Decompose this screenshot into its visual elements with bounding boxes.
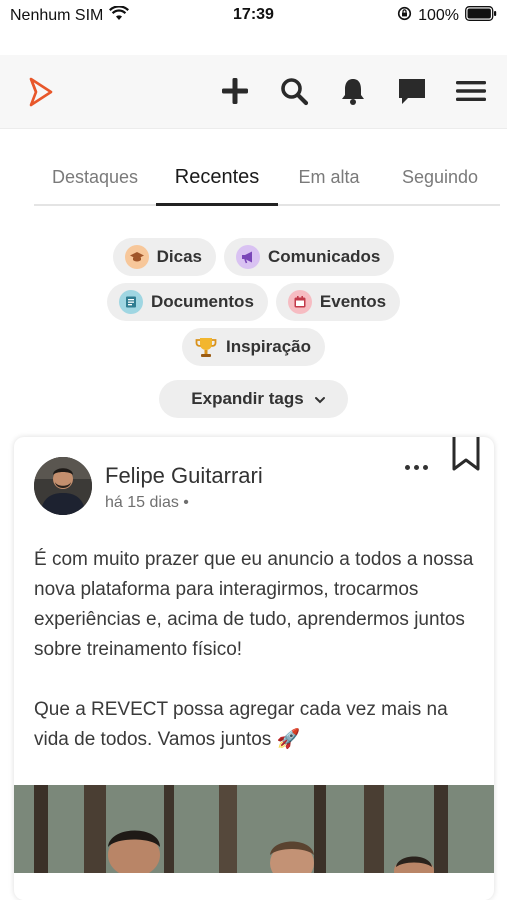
expand-tags-label: Expandir tags [191,389,304,408]
tag-row: Documentos Eventos [0,283,507,321]
tag-label: Eventos [319,292,387,311]
post-paragraph: É com muito prazer que eu anuncio a todo… [34,549,474,660]
orientation-lock-icon [397,6,412,26]
battery-label: 100% [418,7,459,24]
post-author[interactable]: Felipe Guitarrari [105,463,263,489]
tab-em-alta[interactable]: Em alta [278,150,380,204]
tag-dicas[interactable]: Dicas [112,238,216,276]
status-right: 100% [397,6,497,26]
status-bar: Nenhum SIM 17:39 100% [0,0,507,32]
tag-label: Dicas [156,247,202,266]
tag-filter: Dicas Comunicados Documentos Eventos Ins… [0,238,507,373]
tag-label: Documentos [150,292,254,311]
tab-seguindo[interactable]: Seguindo [380,150,500,204]
bell-icon[interactable] [337,75,369,107]
graduation-cap-icon [124,245,149,269]
tag-eventos[interactable]: Eventos [275,283,401,321]
document-icon [118,290,143,314]
search-icon[interactable] [278,75,310,107]
revect-logo-icon[interactable] [28,77,54,112]
post-paragraph [34,665,479,695]
header-actions [219,75,487,107]
battery-icon [465,6,497,26]
post-meta: há 15 dias • [105,494,189,512]
chevron-down-icon [314,389,326,409]
post-body: É com muito prazer que eu anuncio a todo… [34,545,479,755]
meta-separator: • [183,494,189,511]
expand-tags-button[interactable]: Expandir tags [159,380,348,418]
tag-label: Comunicados [267,247,381,266]
tag-row: Dicas Comunicados [0,238,507,276]
tag-row: Inspiração [0,328,507,366]
more-options-icon[interactable] [398,455,434,479]
expand-tags-wrap: Expandir tags [0,380,507,418]
tag-documentos[interactable]: Documentos [106,283,268,321]
bookmark-icon[interactable] [451,437,481,471]
app-header [0,55,507,129]
post-paragraph: Que a REVECT possa agregar cada vez mais… [34,699,448,750]
tab-destaques[interactable]: Destaques [34,150,156,204]
feed-tabs: Destaques Recentes Em alta Seguindo [34,150,500,206]
post-time: há 15 dias [105,494,179,511]
tag-comunicados[interactable]: Comunicados [223,238,395,276]
trophy-icon [194,335,218,359]
calendar-icon [287,290,312,314]
menu-icon[interactable] [455,75,487,107]
plus-icon[interactable] [219,75,251,107]
chat-icon[interactable] [396,75,428,107]
tag-inspiracao[interactable]: Inspiração [181,328,326,366]
megaphone-icon [235,245,260,269]
post-image[interactable] [14,785,494,873]
tag-label: Inspiração [225,337,312,356]
tab-recentes[interactable]: Recentes [156,150,278,206]
avatar[interactable] [34,457,92,515]
post-card: Felipe Guitarrari há 15 dias • É com mui… [14,437,494,900]
